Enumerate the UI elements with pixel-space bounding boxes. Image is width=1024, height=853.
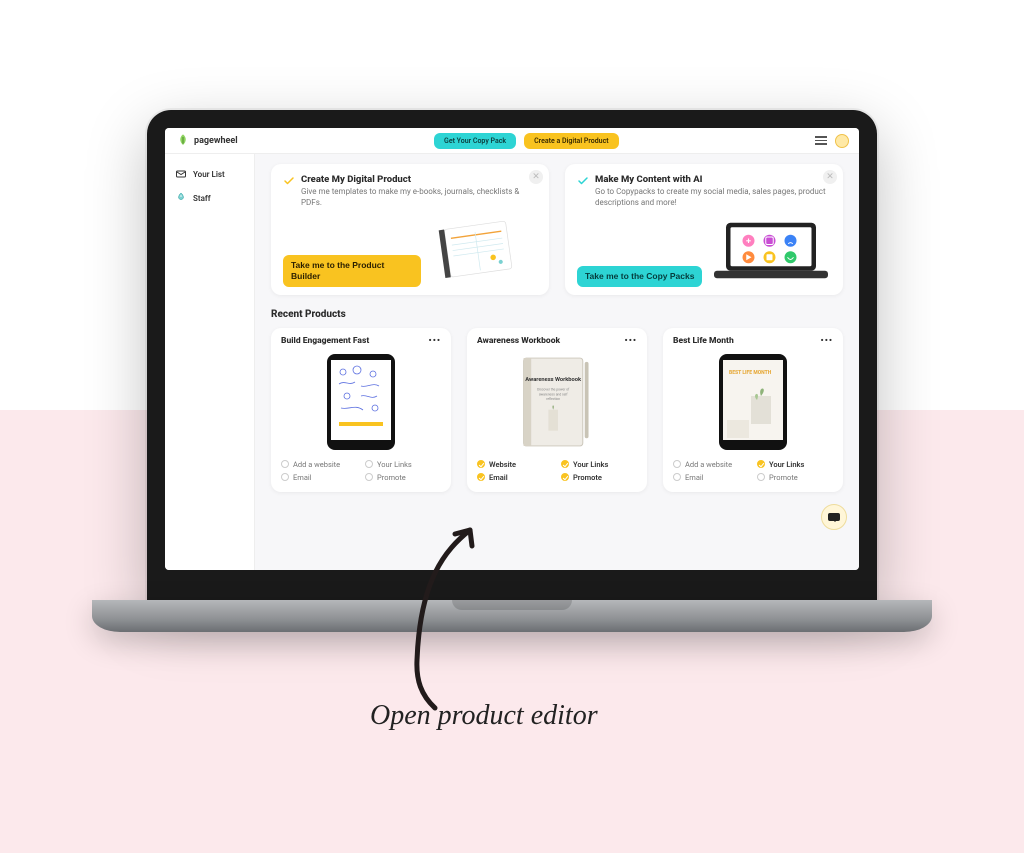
laptop-thumb [708,217,831,287]
product-link-yourlinks[interactable]: Your Links [757,460,833,469]
user-avatar[interactable] [835,134,849,148]
product-builder-button[interactable]: Take me to the Product Builder [283,255,421,286]
svg-text:Awareness Workbook: Awareness Workbook [525,377,582,383]
svg-text:BEST LIFE MONTH: BEST LIFE MONTH [729,370,772,376]
annotation-caption: Open product editor [370,700,598,732]
card-desc: Go to Copypacks to create my social medi… [595,187,831,209]
sidebar-item-label: Staff [193,194,211,203]
product-title: Build Engagement Fast [281,336,369,346]
product-link-website[interactable]: Website [477,460,553,469]
top-cta-copypack[interactable]: Get Your Copy Pack [434,133,516,149]
app-logo[interactable]: pagewheel [175,133,238,149]
product-cover[interactable] [281,352,441,452]
sidebar: Your List Staff [165,154,255,570]
logo-text: pagewheel [194,136,238,146]
product-link-website[interactable]: Add a website [673,460,749,469]
product-card[interactable]: Best Life Month ••• BEST LIFE MONTH [663,328,843,492]
copy-packs-button[interactable]: Take me to the Copy Packs [577,266,702,287]
recent-products-heading: Recent Products [271,309,843,320]
card-title: Make My Content with AI [595,174,831,185]
card-title: Create My Digital Product [301,174,537,185]
svg-text:awareness and self: awareness and self [539,392,568,396]
product-link-yourlinks[interactable]: Your Links [365,460,441,469]
action-card-ai: ✕ Make My Content with AI Go to Copypack… [565,164,843,295]
leaf-icon [175,133,191,149]
product-link-promote[interactable]: Promote [757,473,833,482]
more-icon[interactable]: ••• [625,336,637,346]
sidebar-item-your-list[interactable]: Your List [165,162,254,186]
svg-text:reflection: reflection [546,397,560,401]
check-icon [283,175,295,187]
product-cover[interactable]: BEST LIFE MONTH [673,352,833,452]
rocket-icon [175,192,187,204]
product-link-email[interactable]: Email [281,473,357,482]
products-grid: Build Engagement Fast ••• [271,328,843,492]
laptop-mockup: pagewheel Get Your Copy Pack Create a Di… [147,110,877,632]
close-icon[interactable]: ✕ [823,170,837,184]
product-card[interactable]: Build Engagement Fast ••• [271,328,451,492]
app-window: pagewheel Get Your Copy Pack Create a Di… [165,128,859,570]
close-icon[interactable]: ✕ [529,170,543,184]
topbar: pagewheel Get Your Copy Pack Create a Di… [165,128,859,154]
product-link-yourlinks[interactable]: Your Links [561,460,637,469]
svg-text:Discover the power of: Discover the power of [537,387,570,391]
card-desc: Give me templates to make my e-books, jo… [301,187,537,209]
product-title: Awareness Workbook [477,336,560,346]
product-link-email[interactable]: Email [477,473,553,482]
product-link-promote[interactable]: Promote [561,473,637,482]
help-chat-button[interactable] [821,504,847,530]
more-icon[interactable]: ••• [821,336,833,346]
check-icon [577,175,589,187]
top-cta-create[interactable]: Create a Digital Product [524,133,619,149]
product-link-website[interactable]: Add a website [281,460,357,469]
product-cover[interactable]: Awareness Workbook Discover the power of… [477,352,637,452]
more-icon[interactable]: ••• [429,336,441,346]
menu-icon[interactable] [815,136,827,145]
mail-icon [175,168,187,180]
main-content: ✕ Create My Digital Product Give me temp… [255,154,859,570]
product-link-email[interactable]: Email [673,473,749,482]
sidebar-item-label: Your List [193,170,225,179]
product-title: Best Life Month [673,336,734,346]
sidebar-item-staff[interactable]: Staff [165,186,254,210]
product-card[interactable]: Awareness Workbook ••• Awareness Workboo… [467,328,647,492]
action-card-product: ✕ Create My Digital Product Give me temp… [271,164,549,295]
planner-thumb [427,217,537,287]
product-link-promote[interactable]: Promote [365,473,441,482]
